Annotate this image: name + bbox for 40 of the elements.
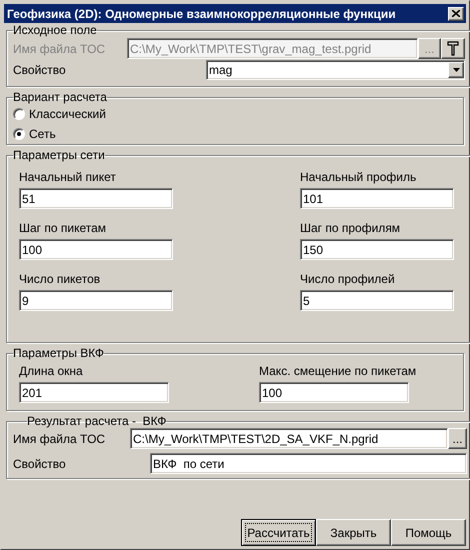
text-field[interactable]: C:\My_Work\TMP\TEST\2D_SA_VKF_N.pgrid <box>130 428 448 449</box>
dialog-button[interactable]: Помощь <box>391 519 466 546</box>
text-field[interactable]: 100 <box>19 239 173 260</box>
group-title: Исходное поле <box>13 24 97 37</box>
group-title: Результат расчета - ВКФ <box>27 415 166 428</box>
text-field[interactable]: 51 <box>19 188 173 209</box>
window-title: Геофизика (2D): Одномерные взаимнокорреляционные функции <box>7 6 397 22</box>
field-label: Свойство <box>13 456 67 472</box>
close-button[interactable] <box>448 6 464 20</box>
field-label: Имя файла TOC <box>13 430 106 448</box>
close-icon <box>452 10 460 17</box>
dropdown-button[interactable] <box>448 62 464 78</box>
radio-button[interactable] <box>13 108 25 120</box>
field-label: Число пикетов <box>19 272 102 287</box>
radio-option[interactable]: Классический <box>13 104 457 124</box>
text-field[interactable]: 9 <box>19 290 173 311</box>
browse-button[interactable]: ... <box>448 428 467 449</box>
field-label: Длина окна <box>19 364 84 379</box>
text-field[interactable]: 5 <box>300 290 454 311</box>
group-title: Параметры сети <box>13 149 105 162</box>
text-field[interactable]: 101 <box>300 188 454 209</box>
field-label: Макс. смещение по пикетам <box>259 364 418 379</box>
field-label: Шаг по профилям <box>300 221 402 236</box>
dialog-button[interactable]: Закрыть <box>316 519 391 546</box>
group-title: Параметры ВКФ <box>13 347 104 360</box>
group-title: Вариант расчета <box>13 91 107 104</box>
radio-option[interactable]: Сеть <box>13 124 457 144</box>
radio-button[interactable] <box>13 128 25 140</box>
dialog-button[interactable]: Рассчитать <box>241 519 316 546</box>
text-field[interactable]: 201 <box>19 382 169 403</box>
text-field[interactable]: 150 <box>300 239 454 260</box>
field-label: Шаг по пикетам <box>19 221 108 236</box>
field-label: Свойство <box>13 62 67 79</box>
text-field[interactable]: 100 <box>259 382 409 403</box>
text-field[interactable]: ВКФ по сети <box>150 453 467 474</box>
field-label: Число профилей <box>300 272 396 287</box>
field-label: Начальный пикет <box>19 170 117 185</box>
caret-icon <box>452 68 460 72</box>
field-label: Имя файла TOC <box>13 40 106 58</box>
field-label: Начальный профиль <box>300 170 418 185</box>
